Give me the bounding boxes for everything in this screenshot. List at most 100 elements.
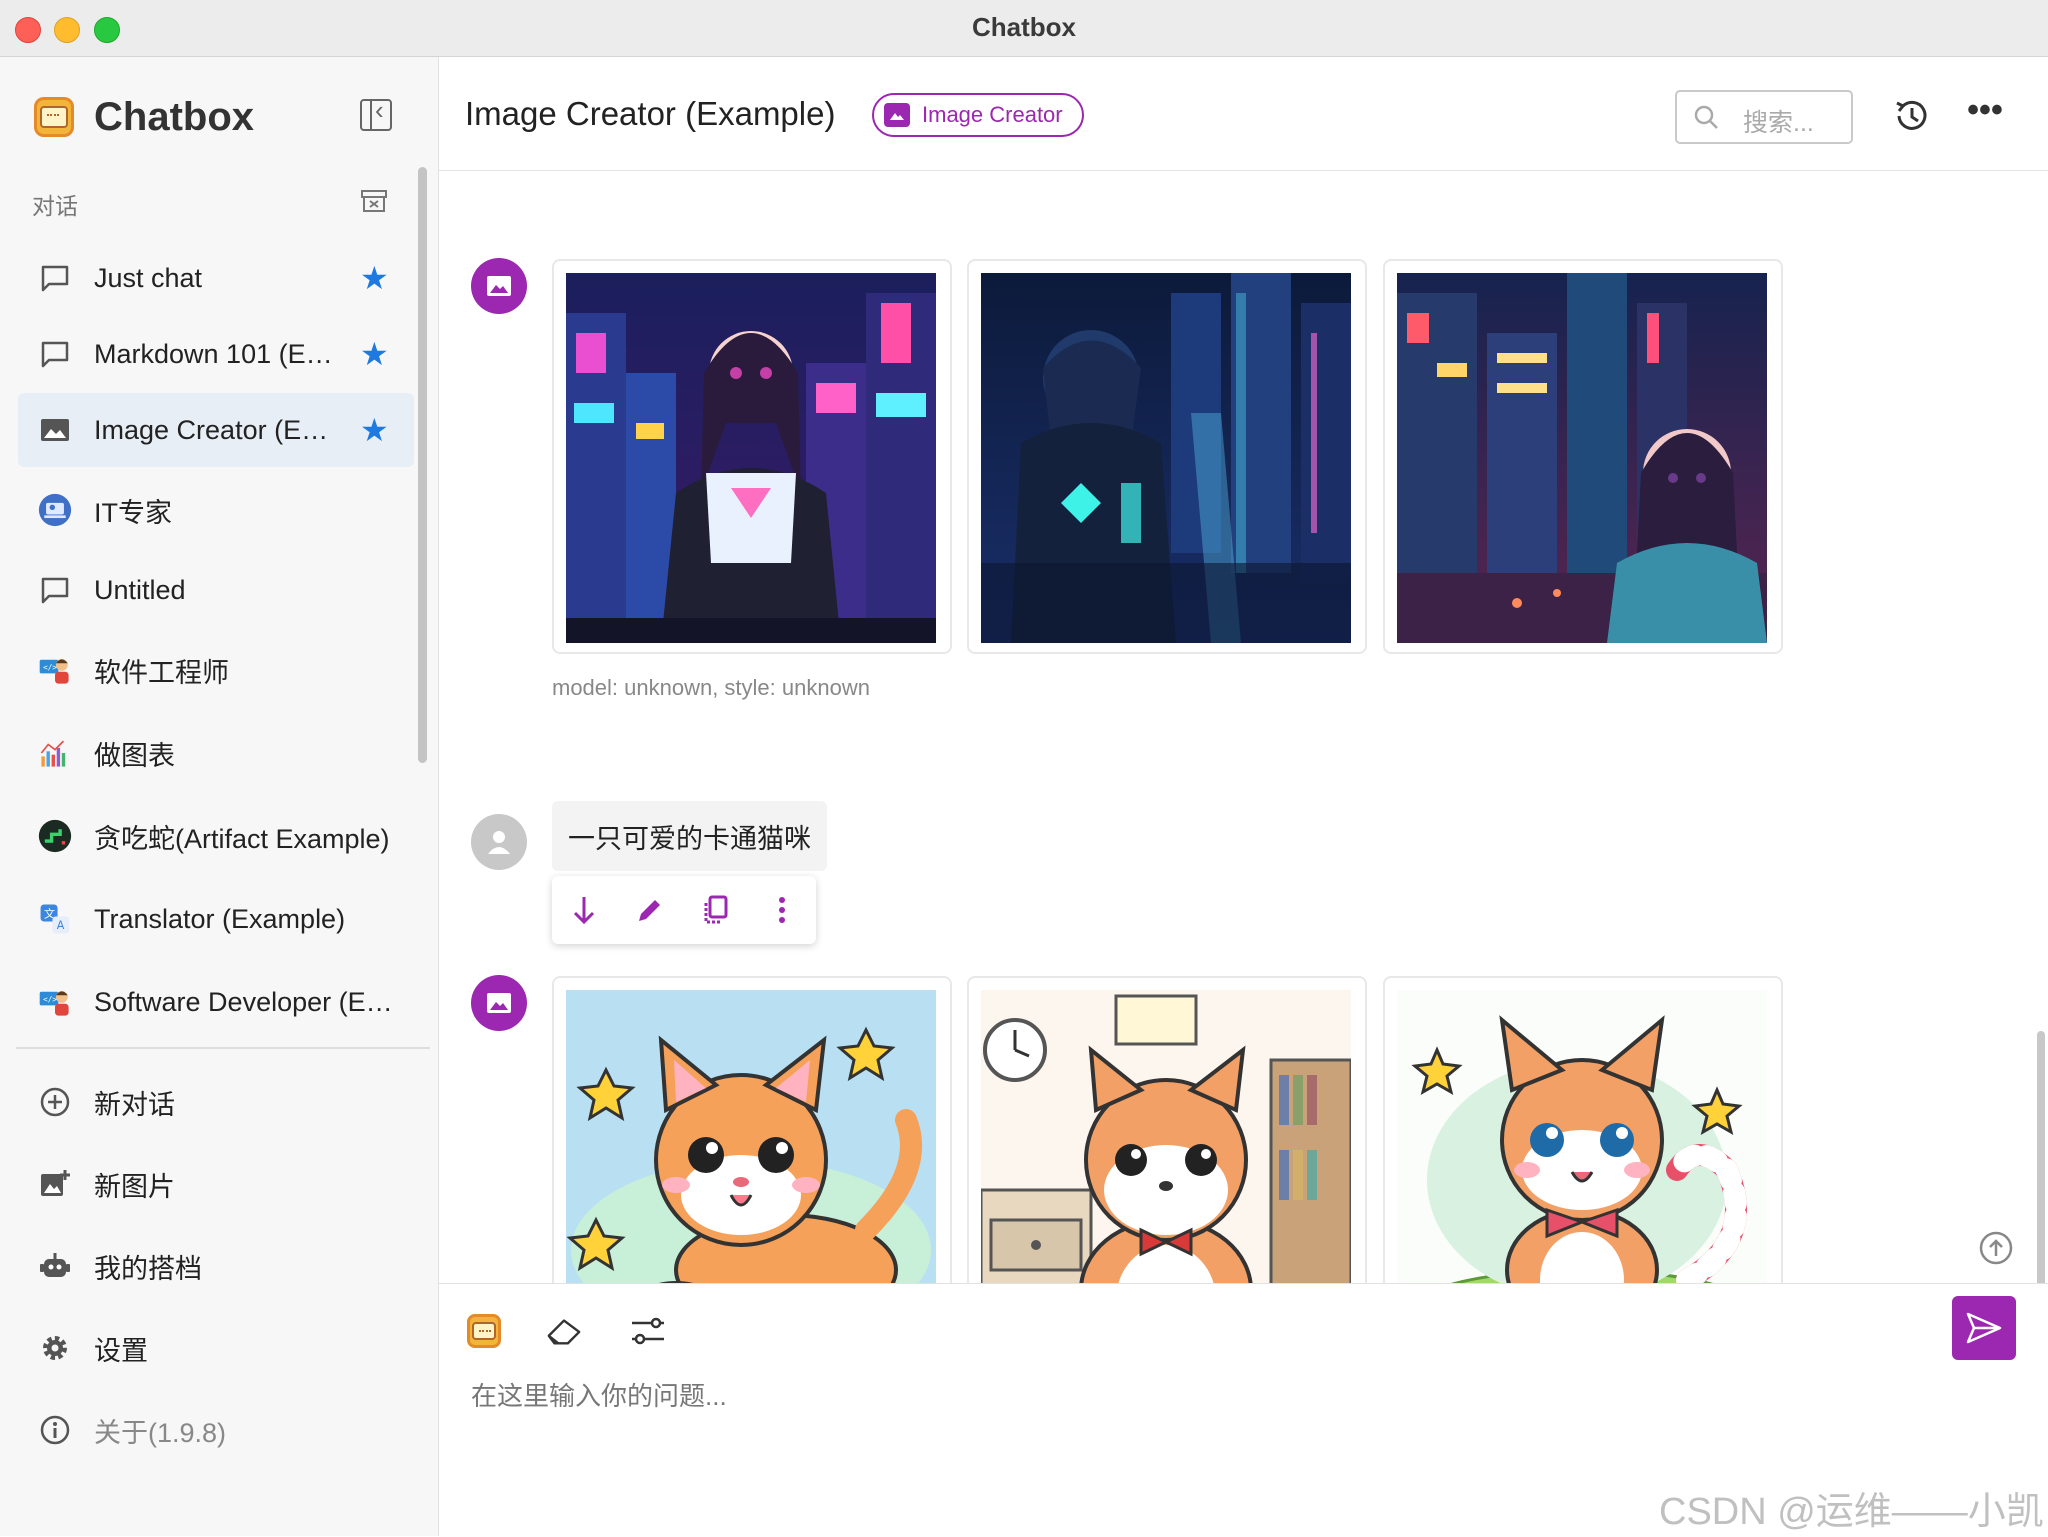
conversation-label: IT专家 bbox=[94, 497, 172, 528]
new-chat-button[interactable]: 新对话 bbox=[18, 1067, 414, 1137]
brand-name: Chatbox bbox=[94, 94, 254, 139]
generated-image[interactable] bbox=[967, 259, 1367, 654]
search-icon bbox=[1694, 105, 1718, 129]
image-creator-tag[interactable]: Image Creator bbox=[872, 93, 1084, 137]
image-icon bbox=[38, 413, 72, 447]
engineer-avatar-icon: </> bbox=[38, 653, 72, 687]
conversation-label: Untitled bbox=[94, 574, 186, 605]
user-message: 一只可爱的卡通猫咪 bbox=[552, 801, 827, 871]
image-generation-meta: model: unknown, style: unknown bbox=[552, 675, 870, 700]
conversation-item-it-expert[interactable]: IT专家 bbox=[18, 473, 414, 547]
about-button[interactable]: 关于(1.9.8) bbox=[18, 1395, 414, 1465]
star-icon[interactable]: ★ bbox=[360, 335, 389, 373]
conversation-label: Markdown 101 (E… bbox=[94, 338, 333, 369]
send-icon bbox=[1966, 1312, 2002, 1344]
conversation-item-untitled[interactable]: Untitled bbox=[18, 553, 414, 627]
generated-image[interactable] bbox=[967, 976, 1367, 1287]
add-image-icon bbox=[38, 1167, 72, 1201]
edit-pencil-icon[interactable] bbox=[632, 892, 668, 928]
menu-label: 关于(1.9.8) bbox=[94, 1417, 227, 1448]
sidebar: Chatbox 对话 Just chat ★ Markdown 101 (E… … bbox=[0, 57, 439, 1536]
svg-text:</>: </> bbox=[43, 663, 57, 672]
main-panel: Image Creator (Example) Image Creator 搜索… bbox=[439, 57, 2048, 1537]
new-image-button[interactable]: 新图片 bbox=[18, 1149, 414, 1219]
composer: 在这里输入你的问题... CSDN @运维——小凯 bbox=[439, 1283, 2048, 1537]
chat-bubble-icon bbox=[38, 337, 72, 371]
user-avatar bbox=[471, 814, 527, 870]
conversation-label: 做图表 bbox=[94, 740, 175, 771]
message-action-toolbar bbox=[552, 876, 816, 944]
archive-icon[interactable] bbox=[360, 189, 388, 213]
it-avatar-icon bbox=[38, 493, 72, 527]
image-icon bbox=[884, 103, 910, 127]
chat-bubble-icon bbox=[38, 261, 72, 295]
brand: Chatbox bbox=[34, 93, 254, 141]
generated-image-picture bbox=[566, 990, 936, 1287]
search-placeholder: 搜索... bbox=[1743, 109, 1814, 137]
conversation-label: Software Developer (E… bbox=[94, 986, 393, 1017]
more-options-icon[interactable]: ••• bbox=[1965, 93, 2005, 135]
conversation-item-markdown-101[interactable]: Markdown 101 (E… ★ bbox=[18, 317, 414, 391]
plus-circle-icon bbox=[38, 1085, 72, 1119]
generated-image[interactable] bbox=[552, 976, 952, 1287]
conversation-item-software-engineer-cn[interactable]: </> 软件工程师 bbox=[18, 633, 414, 707]
menu-label: 新图片 bbox=[94, 1171, 175, 1202]
generated-image-picture bbox=[981, 990, 1351, 1287]
watermark: CSDN @运维——小凯 bbox=[1659, 1491, 2044, 1533]
translate-avatar-icon: 文A bbox=[38, 902, 72, 936]
svg-text:A: A bbox=[57, 919, 65, 932]
chatbox-model-icon[interactable] bbox=[465, 1312, 503, 1350]
conversation-item-software-developer[interactable]: </> Software Developer (E… bbox=[18, 965, 414, 1039]
settings-button[interactable]: 设置 bbox=[18, 1313, 414, 1383]
developer-avatar-icon: </> bbox=[38, 985, 72, 1019]
conversation-item-snake-artifact[interactable]: 贪吃蛇(Artifact Example) bbox=[18, 799, 414, 873]
message-list-scrollbar[interactable] bbox=[2037, 1031, 2045, 1287]
window-titlebar: Chatbox bbox=[0, 0, 2048, 57]
settings-sliders-icon[interactable] bbox=[629, 1312, 667, 1350]
sidebar-divider bbox=[16, 1047, 430, 1049]
snake-avatar-icon bbox=[38, 819, 72, 853]
my-copilots-button[interactable]: 我的搭档 bbox=[18, 1231, 414, 1301]
generated-image[interactable] bbox=[1383, 976, 1783, 1287]
assistant-avatar bbox=[471, 258, 527, 314]
gear-icon bbox=[38, 1331, 72, 1365]
search-input[interactable]: 搜索... bbox=[1675, 90, 1853, 144]
generated-image-picture bbox=[1397, 990, 1767, 1287]
robot-icon bbox=[38, 1249, 72, 1283]
star-icon[interactable]: ★ bbox=[360, 259, 389, 297]
sidebar-scrollbar[interactable] bbox=[418, 167, 427, 763]
message-list: model: unknown, style: unknown 一只可爱的卡通猫咪 bbox=[439, 171, 2048, 1287]
generated-image-picture bbox=[1397, 273, 1767, 643]
conversation-item-image-creator[interactable]: Image Creator (E… ★ bbox=[18, 393, 414, 467]
chat-title[interactable]: Image Creator (Example) bbox=[465, 95, 835, 133]
generated-image[interactable] bbox=[552, 259, 952, 654]
generated-image-picture bbox=[981, 273, 1351, 643]
send-button[interactable] bbox=[1952, 1296, 2016, 1360]
chatbox-logo-icon bbox=[467, 1314, 501, 1348]
conversation-label: Translator (Example) bbox=[94, 903, 346, 934]
star-icon[interactable]: ★ bbox=[360, 411, 389, 449]
history-icon[interactable] bbox=[1893, 97, 1931, 135]
eraser-icon[interactable] bbox=[545, 1312, 583, 1350]
arrow-down-icon[interactable] bbox=[566, 892, 602, 928]
generated-image[interactable] bbox=[1383, 259, 1783, 654]
window-title: Chatbox bbox=[972, 12, 1076, 42]
collapse-sidebar-icon[interactable] bbox=[360, 95, 392, 131]
menu-label: 我的搭档 bbox=[94, 1253, 202, 1284]
conversation-item-make-chart[interactable]: 做图表 bbox=[18, 716, 414, 790]
message-input[interactable]: 在这里输入你的问题... bbox=[471, 1376, 727, 1413]
menu-label: 设置 bbox=[94, 1335, 148, 1366]
tag-label: Image Creator bbox=[922, 102, 1063, 127]
generated-image-picture bbox=[566, 273, 936, 643]
conversation-label: 软件工程师 bbox=[94, 657, 229, 688]
scroll-to-top-icon[interactable] bbox=[1979, 1231, 2013, 1265]
conversation-label: 贪吃蛇(Artifact Example) bbox=[94, 823, 390, 854]
svg-text:</>: </> bbox=[43, 995, 57, 1004]
info-icon bbox=[38, 1413, 72, 1447]
chart-avatar-icon bbox=[38, 736, 72, 770]
copy-icon[interactable] bbox=[698, 892, 734, 928]
conversation-item-just-chat[interactable]: Just chat ★ bbox=[18, 241, 414, 315]
conversation-item-translator[interactable]: 文A Translator (Example) bbox=[18, 882, 414, 956]
more-vertical-icon[interactable] bbox=[764, 892, 800, 928]
conversation-label: Just chat bbox=[94, 262, 203, 293]
